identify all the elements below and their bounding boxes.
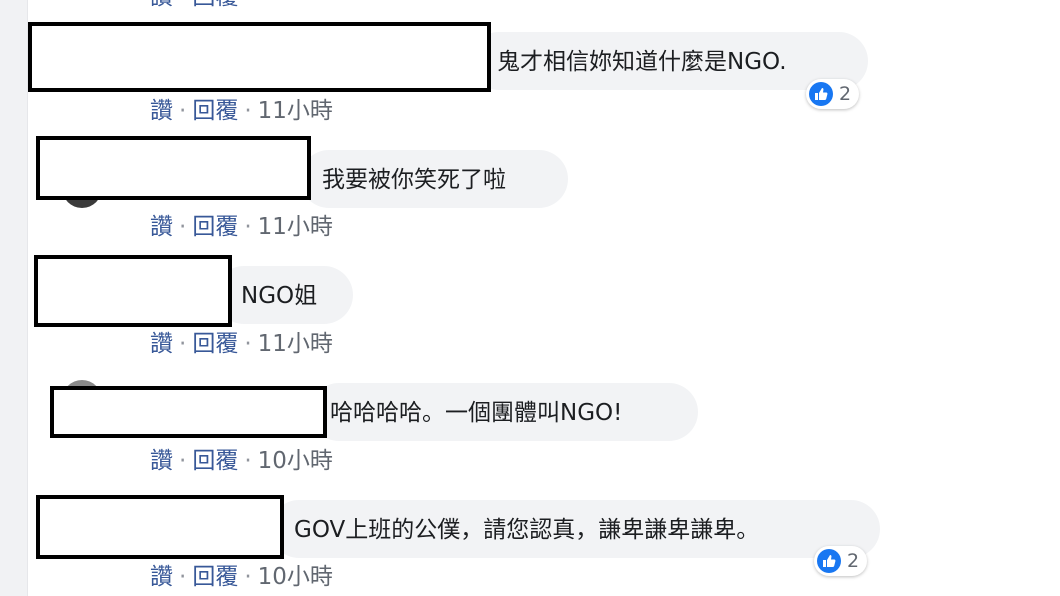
like-link[interactable]: 讚 xyxy=(150,0,173,10)
comment-timestamp[interactable]: 10小時 xyxy=(258,564,333,590)
comment-actions: 讚 · 回覆 · 11小時 xyxy=(150,214,333,240)
reaction-badge[interactable]: 2 xyxy=(806,79,860,109)
redacted-name-box xyxy=(50,386,327,438)
reply-link[interactable]: 回覆 xyxy=(192,214,238,240)
comment-actions-cut: 讚·回覆 xyxy=(150,0,238,12)
comment-actions: 讚 · 回覆 · 10小時 xyxy=(150,448,333,474)
reaction-count: 2 xyxy=(847,550,860,572)
comment-actions: 讚 · 回覆 · 11小時 xyxy=(150,98,333,124)
comment-timestamp[interactable]: 11小時 xyxy=(258,214,333,240)
reply-link[interactable]: 回覆 xyxy=(192,448,238,474)
thumbs-up-icon xyxy=(809,82,833,106)
reaction-badge[interactable]: 2 xyxy=(814,546,868,576)
comment-timestamp[interactable]: 11小時 xyxy=(258,331,333,357)
like-link[interactable]: 讚 xyxy=(150,564,173,590)
like-link[interactable]: 讚 xyxy=(150,214,173,240)
reaction-count: 2 xyxy=(839,83,852,105)
reply-link[interactable]: 回覆 xyxy=(192,0,238,10)
like-link[interactable]: 讚 xyxy=(150,448,173,474)
reply-link[interactable]: 回覆 xyxy=(192,331,238,357)
page-left-edge xyxy=(0,0,28,596)
redacted-name-box xyxy=(36,495,284,559)
comment-timestamp[interactable]: 10小時 xyxy=(258,448,333,474)
comment-text: 哈哈哈哈。一個團體叫NGO! xyxy=(330,400,623,426)
comment-text: GOV上班的公僕，請您認真，謙卑謙卑謙卑。 xyxy=(294,517,760,543)
comment-text: NGO姐 xyxy=(241,283,318,309)
like-link[interactable]: 讚 xyxy=(150,98,173,124)
comment-text: 我要被你笑死了啦 xyxy=(322,167,506,193)
redacted-name-box xyxy=(28,22,491,92)
redacted-name-box xyxy=(36,136,311,200)
thumbs-up-icon xyxy=(817,549,841,573)
comment-text: 鬼才相信妳知道什麼是NGO. xyxy=(497,49,787,75)
redacted-name-box xyxy=(34,255,232,327)
reply-link[interactable]: 回覆 xyxy=(192,98,238,124)
like-link[interactable]: 讚 xyxy=(150,331,173,357)
comment-actions: 讚 · 回覆 · 11小時 xyxy=(150,331,333,357)
comment-actions: 讚 · 回覆 · 10小時 xyxy=(150,564,333,590)
comment-timestamp[interactable]: 11小時 xyxy=(258,98,333,124)
reply-link[interactable]: 回覆 xyxy=(192,564,238,590)
